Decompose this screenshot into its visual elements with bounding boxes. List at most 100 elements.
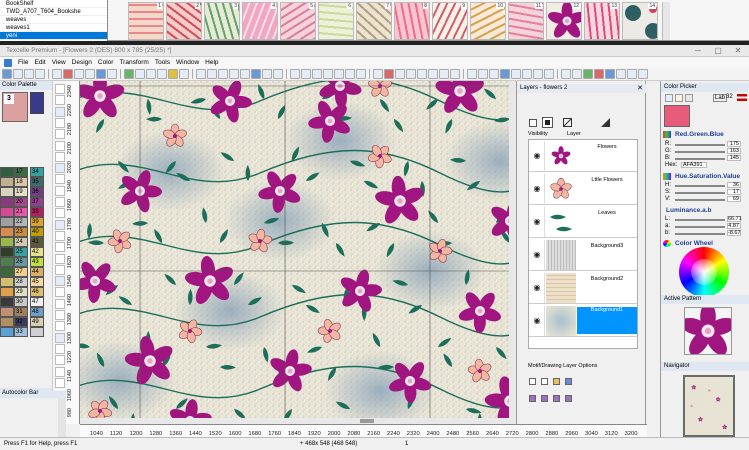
palette-swatch[interactable] bbox=[0, 207, 14, 217]
pattern-thumbnail[interactable]: 14 bbox=[622, 2, 658, 40]
scale-tool-icon[interactable] bbox=[55, 377, 65, 388]
g-value[interactable]: 163 bbox=[727, 148, 741, 154]
menu-item-design[interactable]: Design bbox=[72, 59, 92, 66]
menu-item-window[interactable]: Window bbox=[176, 59, 199, 66]
palette-swatch[interactable]: 19 bbox=[14, 187, 28, 197]
repeat-tool-icon[interactable] bbox=[55, 332, 65, 343]
toolbar-button-icon[interactable] bbox=[13, 69, 23, 79]
pattern-thumbnail[interactable]: 4 bbox=[242, 2, 278, 40]
hex-value[interactable]: AFA391 bbox=[681, 162, 707, 168]
close-icon[interactable] bbox=[55, 84, 65, 94]
toolbar-button-icon[interactable] bbox=[179, 69, 189, 79]
toolbar-button-icon[interactable] bbox=[107, 69, 117, 79]
canvas-scroll-thumb[interactable] bbox=[360, 419, 374, 423]
toolbar-button-icon[interactable] bbox=[168, 69, 178, 79]
brush-tool-icon[interactable] bbox=[55, 163, 65, 174]
pattern-thumbnail[interactable]: 3 bbox=[204, 2, 240, 40]
toolbar-button-icon[interactable] bbox=[52, 69, 62, 79]
menu-item-view[interactable]: View bbox=[52, 59, 66, 66]
layer-row[interactable]: ◉ Flowers bbox=[529, 140, 637, 172]
delete-layer-icon[interactable] bbox=[541, 378, 548, 385]
palette-swatch[interactable]: 37 bbox=[30, 197, 44, 207]
palette-swatch[interactable]: 20 bbox=[14, 197, 28, 207]
fill-tool-icon[interactable] bbox=[55, 185, 65, 196]
rgb-section-header[interactable]: Red.Green.Blue bbox=[663, 130, 748, 139]
thumbnail-scrollbar[interactable] bbox=[662, 2, 670, 40]
menu-item-color[interactable]: Color bbox=[98, 59, 114, 66]
toolbar-button-icon[interactable] bbox=[489, 69, 499, 79]
toolbar-button-icon[interactable] bbox=[323, 69, 333, 79]
select-tool-icon[interactable] bbox=[55, 95, 65, 106]
toolbar-button-icon[interactable] bbox=[395, 69, 405, 79]
blur-tool-icon[interactable] bbox=[55, 287, 65, 298]
pattern-thumbnail[interactable]: 1 bbox=[128, 2, 164, 40]
secondary-color-swatch[interactable] bbox=[30, 92, 44, 114]
crop-tool-icon[interactable] bbox=[55, 129, 65, 140]
palette-swatch[interactable] bbox=[0, 287, 14, 297]
toolbar-button-icon[interactable] bbox=[273, 69, 283, 79]
gradient-tool-icon[interactable] bbox=[55, 197, 65, 207]
toolbar-button-icon[interactable] bbox=[572, 69, 582, 79]
toolbar-button-icon[interactable] bbox=[500, 69, 510, 79]
menu-item-file[interactable]: File bbox=[18, 59, 28, 66]
toolbar-button-icon[interactable] bbox=[24, 69, 34, 79]
palette-swatch[interactable]: 22 bbox=[14, 217, 28, 227]
pattern-thumbnail[interactable]: 7 bbox=[356, 2, 392, 40]
palette-swatch[interactable]: 49 bbox=[30, 317, 44, 327]
menu-item-help[interactable]: Help bbox=[205, 59, 218, 66]
recent-file-item[interactable]: yeni bbox=[0, 32, 107, 40]
toolbar-button-icon[interactable] bbox=[229, 69, 239, 79]
menu-item-edit[interactable]: Edit bbox=[34, 59, 45, 66]
save-layer-icon[interactable] bbox=[565, 378, 572, 385]
palette-swatch[interactable] bbox=[0, 237, 14, 247]
layer-view-grid-icon[interactable] bbox=[542, 117, 553, 128]
layer-visibility-eye-icon[interactable]: ◉ bbox=[530, 174, 545, 204]
palette-swatch[interactable]: 44 bbox=[30, 267, 44, 277]
toolbar-button-icon[interactable] bbox=[207, 69, 217, 79]
a-value[interactable]: 4.87 bbox=[727, 223, 741, 229]
toolbar-button-icon[interactable] bbox=[428, 69, 438, 79]
close-button[interactable]: ✕ bbox=[728, 45, 748, 57]
palette-swatch[interactable] bbox=[0, 297, 14, 307]
layer-action-3-icon[interactable] bbox=[553, 395, 560, 402]
toolbar-button-icon[interactable] bbox=[406, 69, 416, 79]
magic-wand-icon[interactable] bbox=[55, 117, 65, 128]
toolbar-button-icon[interactable] bbox=[594, 69, 604, 79]
r-value[interactable]: 175 bbox=[727, 141, 741, 147]
picker-grid-icon[interactable] bbox=[685, 94, 693, 102]
line-tool-icon[interactable] bbox=[55, 230, 65, 241]
palette-swatch[interactable] bbox=[0, 257, 14, 267]
v-slider[interactable] bbox=[675, 199, 725, 201]
palette-swatch[interactable]: 48 bbox=[30, 307, 44, 317]
toolbar-button-icon[interactable] bbox=[478, 69, 488, 79]
toolbar-button-icon[interactable] bbox=[63, 69, 73, 79]
active-pattern-preview[interactable] bbox=[678, 302, 738, 359]
palette-swatch[interactable]: 17 bbox=[14, 167, 28, 177]
v-value[interactable]: 69 bbox=[727, 196, 741, 202]
navigator-preview[interactable] bbox=[683, 375, 735, 437]
toolbar-button-icon[interactable] bbox=[384, 69, 394, 79]
palette-swatch[interactable] bbox=[0, 327, 14, 337]
b-slider[interactable] bbox=[675, 158, 725, 160]
toolbar-button-icon[interactable] bbox=[146, 69, 156, 79]
toolbar-button-icon[interactable] bbox=[240, 69, 250, 79]
palette-swatch[interactable] bbox=[0, 247, 14, 257]
recent-file-item[interactable]: weaves bbox=[0, 16, 107, 24]
layers-close-icon[interactable]: ✕ bbox=[637, 84, 643, 92]
layer-opacity-icon[interactable] bbox=[601, 118, 610, 127]
layer-row[interactable]: ◉ Background2 bbox=[529, 272, 637, 304]
toolbar-button-icon[interactable] bbox=[450, 69, 460, 79]
rectangle-tool-icon[interactable] bbox=[55, 242, 65, 253]
toolbar-button-icon[interactable] bbox=[124, 69, 134, 79]
palette-swatch[interactable]: 33 bbox=[14, 327, 28, 337]
new-layer-icon[interactable] bbox=[529, 378, 536, 385]
recent-file-item[interactable]: BookShelf bbox=[0, 0, 107, 8]
palette-swatch[interactable] bbox=[0, 177, 14, 187]
toolbar-button-icon[interactable] bbox=[605, 69, 615, 79]
measure-tool-icon[interactable] bbox=[55, 321, 65, 332]
palette-swatch[interactable] bbox=[0, 227, 14, 237]
eraser-tool-icon[interactable] bbox=[55, 174, 65, 185]
layer-action-4-icon[interactable] bbox=[565, 395, 572, 402]
toolbar-button-icon[interactable] bbox=[290, 69, 300, 79]
layer-action-2-icon[interactable] bbox=[541, 395, 548, 402]
